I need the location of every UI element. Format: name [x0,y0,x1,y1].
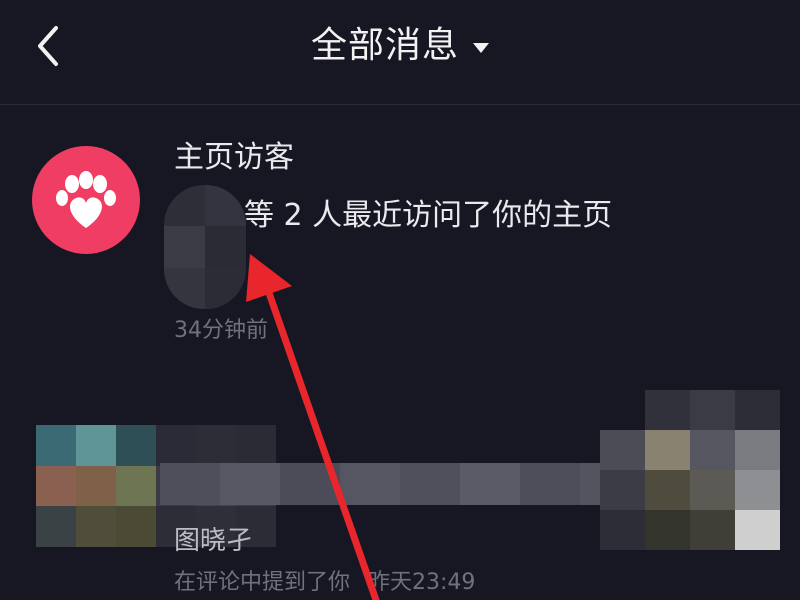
paw-heart-icon [56,171,116,228]
caret-down-icon [473,43,489,53]
blurred-video-thumbnail[interactable] [600,390,780,550]
message-filter-dropdown[interactable]: 全部消息 [0,22,800,70]
visitors-body-text: 等 2 人最近访问了你的主页 [244,198,613,233]
visitors-title: 主页访客 [174,140,294,175]
page-title: 全部消息 [310,25,459,66]
blurred-visitor-avatar [164,185,246,309]
visitors-timestamp: 34分钟前 [174,318,268,343]
messages-screen: 全部消息 主页访客 等 2 人最近访问了你的主页 34分钟前 图晓孑 在评论中提… [0,0,800,600]
mention-action: 在评论中提到了你 [174,570,351,595]
visitors-avatar[interactable] [32,146,140,254]
mention-timestamp: 昨天23:49 [368,570,476,595]
mention-subline: 在评论中提到了你 昨天23:49 [174,568,475,598]
top-bar: 全部消息 [0,0,800,105]
mention-username: 图晓孑 [174,526,253,556]
